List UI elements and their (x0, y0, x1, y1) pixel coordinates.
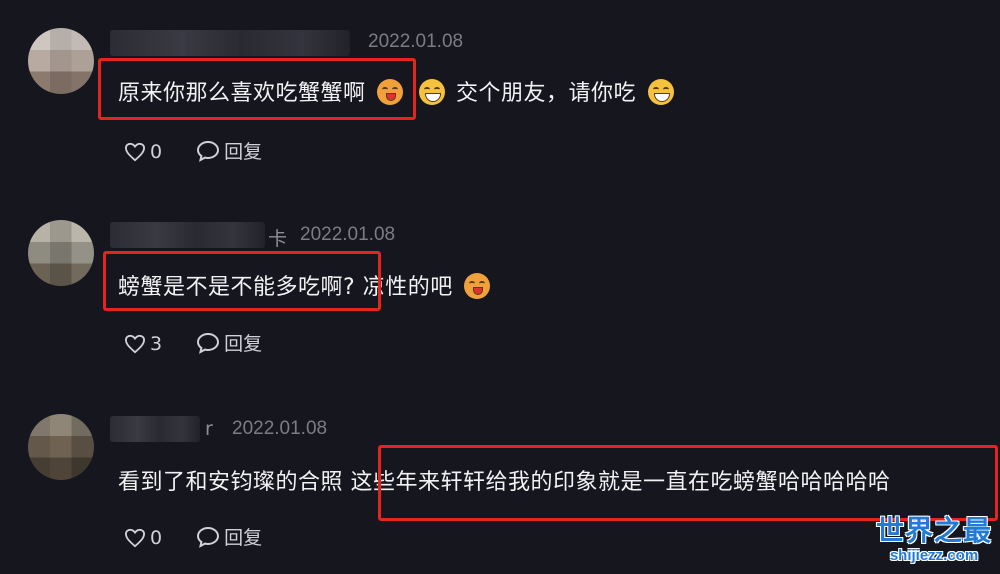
reply-button[interactable]: 回复 (196, 329, 262, 356)
heart-icon (124, 142, 146, 161)
comment-item: r 2022.01.08 看到了和安钧璨的合照 这些年来轩轩给我的印象就是一直在… (0, 384, 1000, 574)
comment-bubble-icon (197, 140, 220, 162)
reply-label: 回复 (224, 141, 263, 163)
username-blurred[interactable] (110, 416, 200, 442)
username-blurred[interactable] (110, 222, 265, 248)
watermark-cn: 世界之最 (875, 514, 992, 547)
heart-icon (124, 528, 146, 547)
comment-text-after: 交个朋友，请你吃 (456, 81, 637, 106)
username-suffix: 卡 (268, 228, 288, 250)
like-button[interactable]: 3 (124, 333, 162, 355)
comment-item: 卡 2022.01.08 螃蟹是不是不能多吃啊? 凉性的吧 3 回复 (0, 192, 1000, 382)
heart-icon (124, 334, 146, 353)
comment-bubble-icon (197, 526, 220, 548)
grin-emoji-icon (647, 79, 674, 105)
reply-button[interactable]: 回复 (196, 137, 262, 164)
comment-bubble-icon (197, 332, 220, 354)
avatar[interactable] (28, 414, 94, 480)
like-button[interactable]: 0 (124, 141, 162, 163)
comment-item: 2022.01.08 原来你那么喜欢吃蟹蟹啊 交个朋友，请你吃 0 回复 (0, 0, 1000, 190)
comment-date: 2022.01.08 (368, 31, 464, 52)
grin-emoji-icon (418, 79, 445, 105)
blush-emoji-icon (464, 273, 491, 299)
site-watermark: 世界之最 shijiezz.com (876, 509, 992, 564)
highlight-box (103, 251, 381, 311)
like-count: 0 (150, 140, 163, 163)
comment-actions: 3 回复 (124, 329, 290, 359)
comment-date: 2022.01.08 (300, 224, 396, 245)
username-blurred[interactable] (110, 30, 350, 56)
avatar[interactable] (28, 28, 94, 94)
highlight-box (98, 58, 416, 120)
username-suffix: r (205, 418, 213, 440)
comment-actions: 0 回复 (124, 523, 290, 553)
like-count: 0 (150, 526, 163, 549)
like-count: 3 (150, 332, 163, 355)
reply-label: 回复 (224, 333, 263, 355)
comment-actions: 0 回复 (124, 137, 290, 167)
reply-label: 回复 (224, 527, 263, 549)
watermark-en: shijiezz.com (889, 547, 979, 564)
avatar[interactable] (28, 220, 94, 286)
comment-date: 2022.01.08 (232, 418, 328, 439)
reply-button[interactable]: 回复 (196, 523, 262, 550)
like-button[interactable]: 0 (124, 527, 162, 549)
comment-text-before: 看到了和安钧璨的合照 (118, 470, 344, 495)
